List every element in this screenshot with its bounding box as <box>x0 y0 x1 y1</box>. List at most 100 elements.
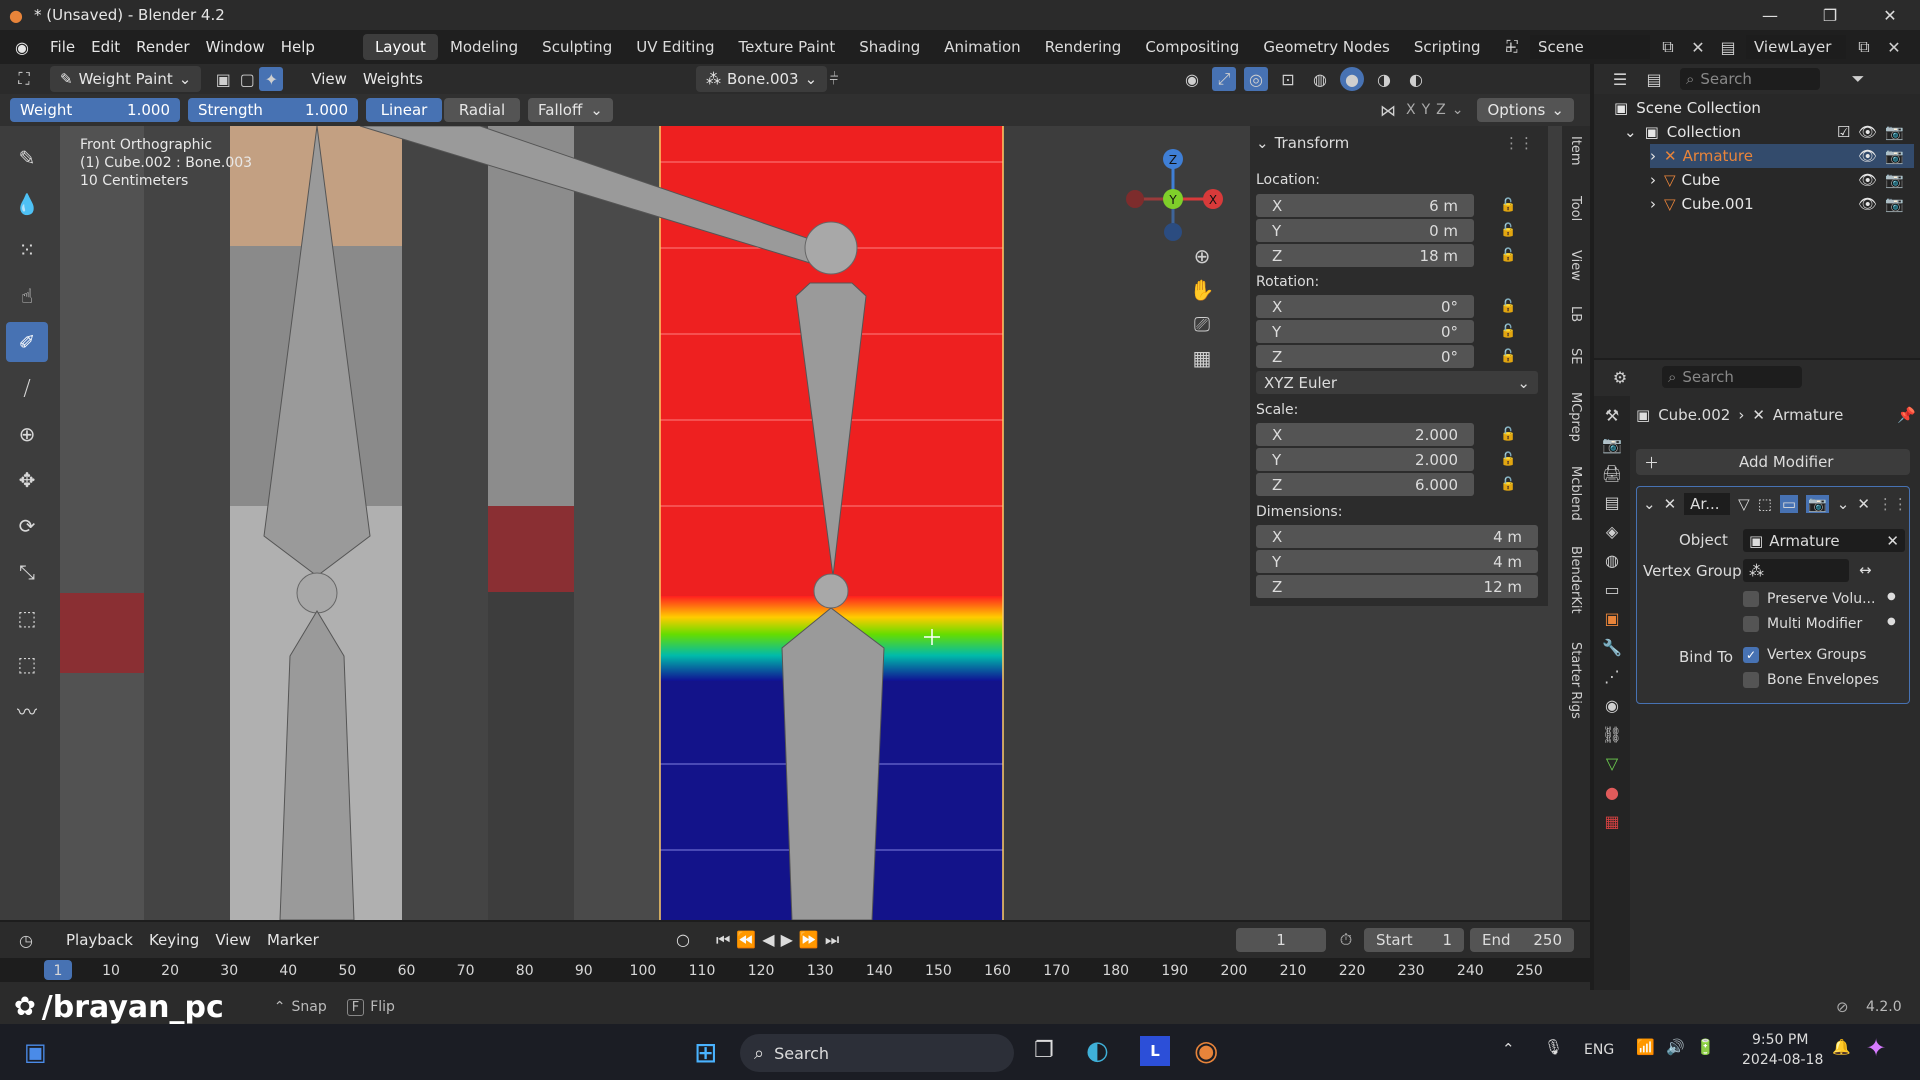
lock-icon[interactable]: 🔓 <box>1500 198 1516 213</box>
widgets-icon[interactable]: ▣ <box>24 1038 47 1066</box>
lock-icon[interactable]: 🔓 <box>1500 324 1516 339</box>
maximize-button[interactable]: ❐ <box>1800 0 1860 30</box>
playback-menu[interactable]: Playback <box>58 931 141 949</box>
sidebar-tab-blenderkit[interactable]: BlenderKit <box>1568 546 1583 614</box>
mirror-z-toggle[interactable]: Z <box>1436 102 1446 118</box>
rotation-y-field[interactable]: Y 0° <box>1256 320 1474 343</box>
menu-render[interactable]: Render <box>128 38 197 56</box>
lock-icon[interactable]: 🔓 <box>1500 349 1516 364</box>
tab-geometry-nodes[interactable]: Geometry Nodes <box>1251 34 1402 60</box>
sidebar-tab-item[interactable]: Item <box>1568 136 1583 166</box>
current-frame-field[interactable]: 1 <box>1236 928 1326 952</box>
cage-toggle-icon[interactable]: ⬚ <box>1758 495 1772 513</box>
eye-icon[interactable]: 👁 <box>1858 123 1877 141</box>
pin-icon[interactable]: 📌 <box>1897 406 1916 424</box>
tab-uv-editing[interactable]: UV Editing <box>624 34 726 60</box>
scene-tab-icon[interactable]: ◈ <box>1606 522 1618 541</box>
eye-icon[interactable]: 👁 <box>1858 147 1877 165</box>
editor-type-icon[interactable]: ⚙ <box>1608 365 1632 389</box>
sidebar-tab-starter-rigs[interactable]: Starter Rigs <box>1568 642 1583 719</box>
new-view-layer-icon[interactable]: ⧉ <box>1852 35 1876 59</box>
lock-icon[interactable]: 🔓 <box>1500 223 1516 238</box>
symmetry-icon[interactable]: ⫩ <box>822 67 846 91</box>
delete-scene-icon[interactable]: ✕ <box>1686 35 1710 59</box>
view-layer-field[interactable]: ViewLayer <box>1746 35 1846 59</box>
gizmo-toggle-icon[interactable]: ⤢ <box>1212 67 1236 91</box>
sidebar-tab-lb[interactable]: LB <box>1568 306 1583 322</box>
notifications-icon[interactable]: 🔔 <box>1832 1038 1851 1056</box>
sample-weight-icon[interactable]: ⧸ <box>6 368 48 408</box>
tab-compositing[interactable]: Compositing <box>1133 34 1251 60</box>
lock-icon[interactable]: 🔓 <box>1500 427 1516 442</box>
blender-menu-icon[interactable]: ◉ <box>10 35 34 59</box>
menu-edit[interactable]: Edit <box>83 38 128 56</box>
tray-chevron-icon[interactable]: ⌃ <box>1502 1040 1515 1058</box>
material-shading-icon[interactable]: ◑ <box>1372 67 1396 91</box>
tab-shading[interactable]: Shading <box>847 34 932 60</box>
overlays-icon[interactable]: ◎ <box>1244 67 1268 91</box>
camera-icon[interactable]: 📷 <box>1885 171 1904 189</box>
lock-icon[interactable]: 🔓 <box>1500 299 1516 314</box>
lock-icon[interactable]: 🔓 <box>1500 452 1516 467</box>
blur-brush-icon[interactable]: 💧 <box>6 184 48 224</box>
checkbox-icon[interactable]: ☑ <box>1837 123 1850 141</box>
edge-icon[interactable]: ◐ <box>1086 1036 1109 1066</box>
camera-icon[interactable]: 📷 <box>1885 147 1904 165</box>
view-layer-icon[interactable]: ▤ <box>1716 35 1740 59</box>
end-frame-field[interactable]: End 250 <box>1470 928 1574 952</box>
cursor-tool-icon[interactable]: ⊕ <box>6 414 48 454</box>
transform-header[interactable]: ⌄ Transform <box>1256 134 1349 152</box>
zoom-icon[interactable]: ⊕ <box>1190 244 1214 268</box>
mask-face-icon[interactable]: ▣ <box>211 67 235 91</box>
scale-y-field[interactable]: Y 2.000 <box>1256 448 1474 471</box>
language-indicator[interactable]: ENG <box>1584 1042 1614 1058</box>
filter-icon[interactable]: ⏷ <box>1846 67 1870 91</box>
viewport-toggle-icon[interactable]: ▭ <box>1779 495 1799 513</box>
chevron-down-icon[interactable]: ⌄ <box>1452 102 1464 118</box>
new-scene-icon[interactable]: ⧉ <box>1656 35 1680 59</box>
preserve-volume-checkbox[interactable]: Preserve Volu... <box>1743 591 1875 607</box>
editor-type-icon[interactable]: ⛶ <box>12 67 36 91</box>
mirror-y-toggle[interactable]: Y <box>1422 102 1431 118</box>
wireframe-shading-icon[interactable]: ◍ <box>1308 67 1332 91</box>
constraints-tab-icon[interactable]: ⛓ <box>1602 725 1622 744</box>
sidebar-tab-mcprep[interactable]: MCprep <box>1568 392 1583 442</box>
keyframe-dot-icon[interactable]: ● <box>1887 591 1896 602</box>
menu-file[interactable]: File <box>42 38 83 56</box>
dimensions-x-field[interactable]: X 4 m <box>1256 525 1538 548</box>
sidebar-tab-se[interactable]: SE <box>1568 348 1583 364</box>
mirror-icon[interactable]: ⋈ <box>1376 98 1400 122</box>
stopwatch-icon[interactable]: ⏱ <box>1334 928 1358 952</box>
editor-type-icon[interactable]: ◷ <box>14 928 38 952</box>
rotation-mode-dropdown[interactable]: XYZ Euler ⌄ <box>1256 371 1538 394</box>
outliner-search-input[interactable]: ⌕ Search <box>1680 68 1820 90</box>
mode-selector[interactable]: ✎ Weight Paint ⌄ <box>50 66 202 92</box>
clock-time[interactable]: 9:50 PM <box>1752 1032 1808 1048</box>
scale-z-field[interactable]: Z 6.000 <box>1256 473 1474 496</box>
location-z-field[interactable]: Z 18 m <box>1256 244 1474 267</box>
location-x-field[interactable]: X 6 m <box>1256 194 1474 217</box>
move-tool-icon[interactable]: ✥ <box>6 460 48 500</box>
menu-view[interactable]: View <box>303 70 355 88</box>
lock-icon[interactable]: 🔓 <box>1500 477 1516 492</box>
draw-brush-icon[interactable]: ✎ <box>6 138 48 178</box>
sidebar-tab-tool[interactable]: Tool <box>1568 196 1583 221</box>
modifier-tab-icon[interactable]: 🔧 <box>1602 638 1622 657</box>
solid-shading-icon[interactable]: ● <box>1340 67 1364 91</box>
scene-field[interactable]: Scene <box>1530 35 1650 59</box>
multi-modifier-checkbox[interactable]: Multi Modifier <box>1743 616 1862 632</box>
render-toggle-icon[interactable]: 📷 <box>1806 495 1829 513</box>
view-layer-tab-icon[interactable]: ▤ <box>1604 493 1619 512</box>
sidebar-tab-view[interactable]: View <box>1568 250 1583 281</box>
ortho-grid-icon[interactable]: ▦ <box>1190 346 1214 370</box>
menu-help[interactable]: Help <box>273 38 323 56</box>
app-l-icon[interactable]: L <box>1140 1036 1170 1066</box>
tab-modeling[interactable]: Modeling <box>438 34 530 60</box>
menu-weights[interactable]: Weights <box>355 70 431 88</box>
radial-gradient-button[interactable]: Radial <box>444 98 520 122</box>
properties-search-input[interactable]: ⌕ Search <box>1662 366 1802 388</box>
outliner-item-cube[interactable]: › ▽ Cube 👁 📷 <box>1650 168 1914 192</box>
next-keyframe-icon[interactable]: ⏩ <box>799 930 819 950</box>
location-y-field[interactable]: Y 0 m <box>1256 219 1474 242</box>
annotate-tool-icon[interactable]: 〰 <box>6 690 48 730</box>
